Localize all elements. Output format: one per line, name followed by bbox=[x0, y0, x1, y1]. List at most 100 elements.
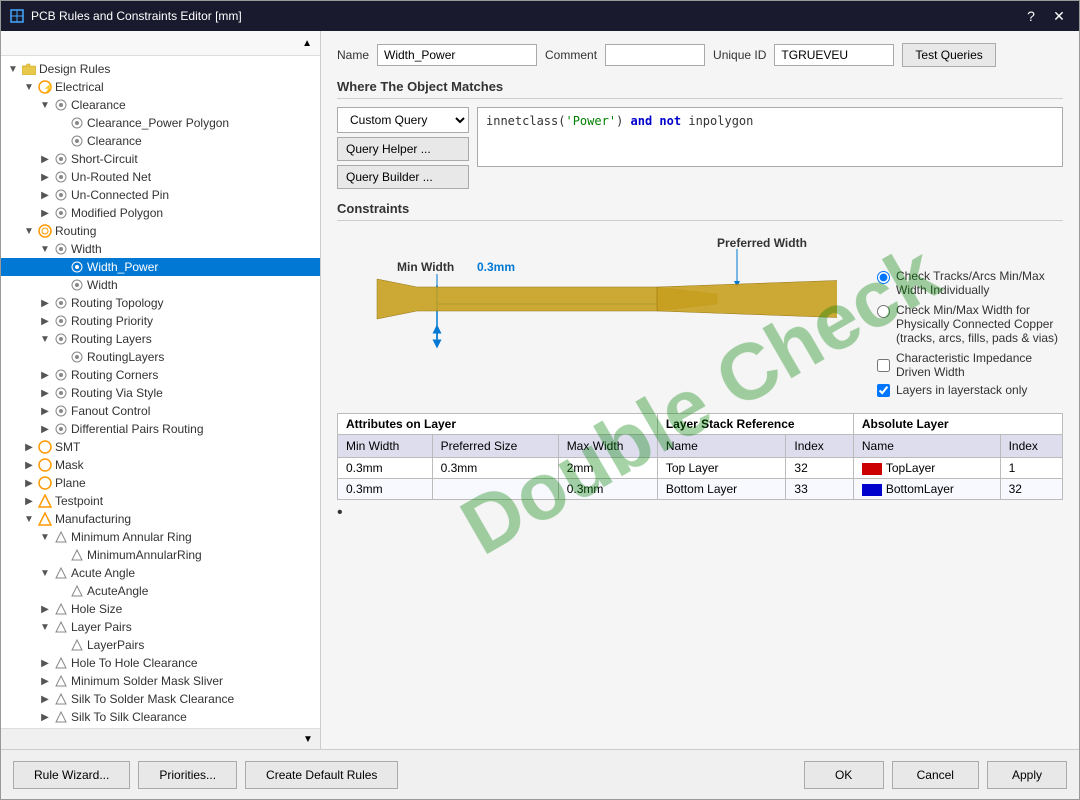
expand-icon[interactable]: ▶ bbox=[37, 367, 53, 383]
expand-icon[interactable]: ▶ bbox=[37, 295, 53, 311]
expand-icon[interactable]: ▼ bbox=[37, 565, 53, 581]
tree-item-diff-pairs[interactable]: ▶ Differential Pairs Routing bbox=[1, 420, 320, 438]
priorities-button[interactable]: Priorities... bbox=[138, 761, 237, 789]
expand-icon[interactable]: ▼ bbox=[37, 529, 53, 545]
where-section-header: Where The Object Matches bbox=[337, 79, 1063, 99]
expand-icon[interactable]: ▼ bbox=[5, 61, 21, 77]
tree-item-min-solder[interactable]: ▶ Minimum Solder Mask Sliver bbox=[1, 672, 320, 690]
close-button[interactable]: ✕ bbox=[1047, 6, 1071, 26]
tree-item-clearance-power[interactable]: ▶ Clearance_Power Polygon bbox=[1, 114, 320, 132]
cell-abs-name: TopLayer bbox=[853, 458, 1000, 479]
query-editor[interactable]: innetclass('Power') and not inpolygon bbox=[477, 107, 1063, 167]
tree-item-silk-to-solder[interactable]: ▶ Silk To Solder Mask Clearance bbox=[1, 690, 320, 708]
tree-item-width-group[interactable]: ▼ Width bbox=[1, 240, 320, 258]
tree-label: Clearance bbox=[87, 134, 142, 148]
expand-icon[interactable]: ▶ bbox=[37, 169, 53, 185]
tree-item-acute-angle[interactable]: ▼ Acute Angle bbox=[1, 564, 320, 582]
name-input[interactable] bbox=[377, 44, 537, 66]
tree-item-routing-layers[interactable]: ▼ Routing Layers bbox=[1, 330, 320, 348]
option4-checkbox[interactable] bbox=[877, 384, 890, 397]
expand-icon[interactable]: ▶ bbox=[37, 601, 53, 617]
tree-item-hole-size[interactable]: ▶ Hole Size bbox=[1, 600, 320, 618]
tree-item-min-annular[interactable]: ▼ Minimum Annular Ring bbox=[1, 528, 320, 546]
tree-item-hole-to-hole[interactable]: ▶ Hole To Hole Clearance bbox=[1, 654, 320, 672]
expand-icon[interactable]: ▶ bbox=[37, 205, 53, 221]
constraints-layout: Preferred Width 0.3mm Min Width 0.3mm bbox=[337, 229, 1063, 401]
expand-icon[interactable]: ▶ bbox=[37, 655, 53, 671]
tree-item-routing-layers-item[interactable]: ▶ RoutingLayers bbox=[1, 348, 320, 366]
expand-icon[interactable]: ▼ bbox=[21, 79, 37, 95]
tree-item-smt[interactable]: ▶ SMT bbox=[1, 438, 320, 456]
tree-scroll-down[interactable]: ▼ bbox=[300, 731, 316, 747]
tree-item-clearance-item[interactable]: ▶ Clearance bbox=[1, 132, 320, 150]
tree-scroll-up[interactable]: ▲ bbox=[302, 35, 312, 51]
tree-item-width[interactable]: ▶ Width bbox=[1, 276, 320, 294]
expand-icon[interactable]: ▶ bbox=[21, 439, 37, 455]
expand-icon[interactable]: ▶ bbox=[37, 691, 53, 707]
width-diagram-area: Preferred Width 0.3mm Min Width 0.3mm bbox=[337, 229, 837, 401]
expand-icon[interactable]: ▼ bbox=[37, 241, 53, 257]
tree-item-acute-angle-item[interactable]: ▶ AcuteAngle bbox=[1, 582, 320, 600]
help-button[interactable]: ? bbox=[1019, 6, 1043, 26]
query-type-dropdown[interactable]: Custom Query bbox=[337, 107, 469, 133]
tree-item-mask[interactable]: ▶ Mask bbox=[1, 456, 320, 474]
expand-icon[interactable]: ▼ bbox=[37, 619, 53, 635]
tree-item-manufacturing[interactable]: ▼ Manufacturing bbox=[1, 510, 320, 528]
tree-item-design-rules[interactable]: ▼ Design Rules bbox=[1, 60, 320, 78]
cell-max-width: 0.3mm bbox=[558, 479, 657, 500]
expand-icon[interactable]: ▼ bbox=[37, 331, 53, 347]
tree-item-routing-corners[interactable]: ▶ Routing Corners bbox=[1, 366, 320, 384]
expand-icon[interactable]: ▶ bbox=[37, 187, 53, 203]
expand-icon[interactable]: ▼ bbox=[21, 223, 37, 239]
cancel-button[interactable]: Cancel bbox=[892, 761, 979, 789]
tree-item-unconnected-pin[interactable]: ▶ Un-Connected Pin bbox=[1, 186, 320, 204]
expand-icon[interactable]: ▶ bbox=[21, 475, 37, 491]
expand-icon[interactable]: ▼ bbox=[37, 97, 53, 113]
tree-item-clearance[interactable]: ▼ Clearance bbox=[1, 96, 320, 114]
tree-item-unrouted-net[interactable]: ▶ Un-Routed Net bbox=[1, 168, 320, 186]
tree-item-routing[interactable]: ▼ Routing bbox=[1, 222, 320, 240]
test-queries-button[interactable]: Test Queries bbox=[902, 43, 995, 67]
tree-item-fanout-control[interactable]: ▶ Fanout Control bbox=[1, 402, 320, 420]
tree-item-width-power[interactable]: ▶ Width_Power bbox=[1, 258, 320, 276]
expand-icon[interactable]: ▼ bbox=[21, 511, 37, 527]
tree-item-routing-topology[interactable]: ▶ Routing Topology bbox=[1, 294, 320, 312]
uid-input[interactable] bbox=[774, 44, 894, 66]
option2-radio[interactable] bbox=[877, 305, 890, 318]
expand-icon[interactable]: ▶ bbox=[37, 709, 53, 725]
option3-checkbox[interactable] bbox=[877, 359, 890, 372]
comment-input[interactable] bbox=[605, 44, 705, 66]
tree-item-short-circuit[interactable]: ▶ Short-Circuit bbox=[1, 150, 320, 168]
expand-icon[interactable]: ▶ bbox=[21, 493, 37, 509]
tree-item-modified-polygon[interactable]: ▶ Modified Polygon bbox=[1, 204, 320, 222]
tree-item-routing-via-style[interactable]: ▶ Routing Via Style bbox=[1, 384, 320, 402]
expand-icon[interactable]: ▶ bbox=[37, 151, 53, 167]
tree-item-layer-pairs[interactable]: ▼ Layer Pairs bbox=[1, 618, 320, 636]
ok-button[interactable]: OK bbox=[804, 761, 884, 789]
tree-item-silk-to-silk[interactable]: ▶ Silk To Silk Clearance bbox=[1, 708, 320, 726]
expand-icon[interactable]: ▶ bbox=[37, 421, 53, 437]
tree-item-min-annular-item[interactable]: ▶ MinimumAnnularRing bbox=[1, 546, 320, 564]
rule-wizard-button[interactable]: Rule Wizard... bbox=[13, 761, 130, 789]
tree-container[interactable]: ▼ Design Rules ▼ ⚡ Electrical bbox=[1, 56, 320, 728]
option2-row: Check Min/Max Width for Physically Conne… bbox=[877, 303, 1063, 345]
window-title: PCB Rules and Constraints Editor [mm] bbox=[31, 9, 1019, 23]
tree-item-routing-priority[interactable]: ▶ Routing Priority bbox=[1, 312, 320, 330]
tree-item-layer-pairs-item[interactable]: ▶ LayerPairs bbox=[1, 636, 320, 654]
apply-button[interactable]: Apply bbox=[987, 761, 1067, 789]
tree-item-plane[interactable]: ▶ Plane bbox=[1, 474, 320, 492]
option1-radio[interactable] bbox=[877, 271, 890, 284]
expand-icon[interactable]: ▶ bbox=[21, 457, 37, 473]
tree-item-electrical[interactable]: ▼ ⚡ Electrical bbox=[1, 78, 320, 96]
expand-icon[interactable]: ▶ bbox=[37, 403, 53, 419]
query-helper-button[interactable]: Query Helper ... bbox=[337, 137, 469, 161]
expand-icon[interactable]: ▶ bbox=[37, 385, 53, 401]
expand-icon[interactable]: ▶ bbox=[37, 313, 53, 329]
tree-label: Width bbox=[71, 242, 102, 256]
query-func-inpolygon: inpolygon bbox=[688, 114, 753, 128]
constraints-section: Constraints Preferred Width 0.3mm bbox=[337, 201, 1063, 526]
create-default-rules-button[interactable]: Create Default Rules bbox=[245, 761, 398, 789]
query-builder-button[interactable]: Query Builder ... bbox=[337, 165, 469, 189]
expand-icon[interactable]: ▶ bbox=[37, 673, 53, 689]
tree-item-testpoint[interactable]: ▶ Testpoint bbox=[1, 492, 320, 510]
